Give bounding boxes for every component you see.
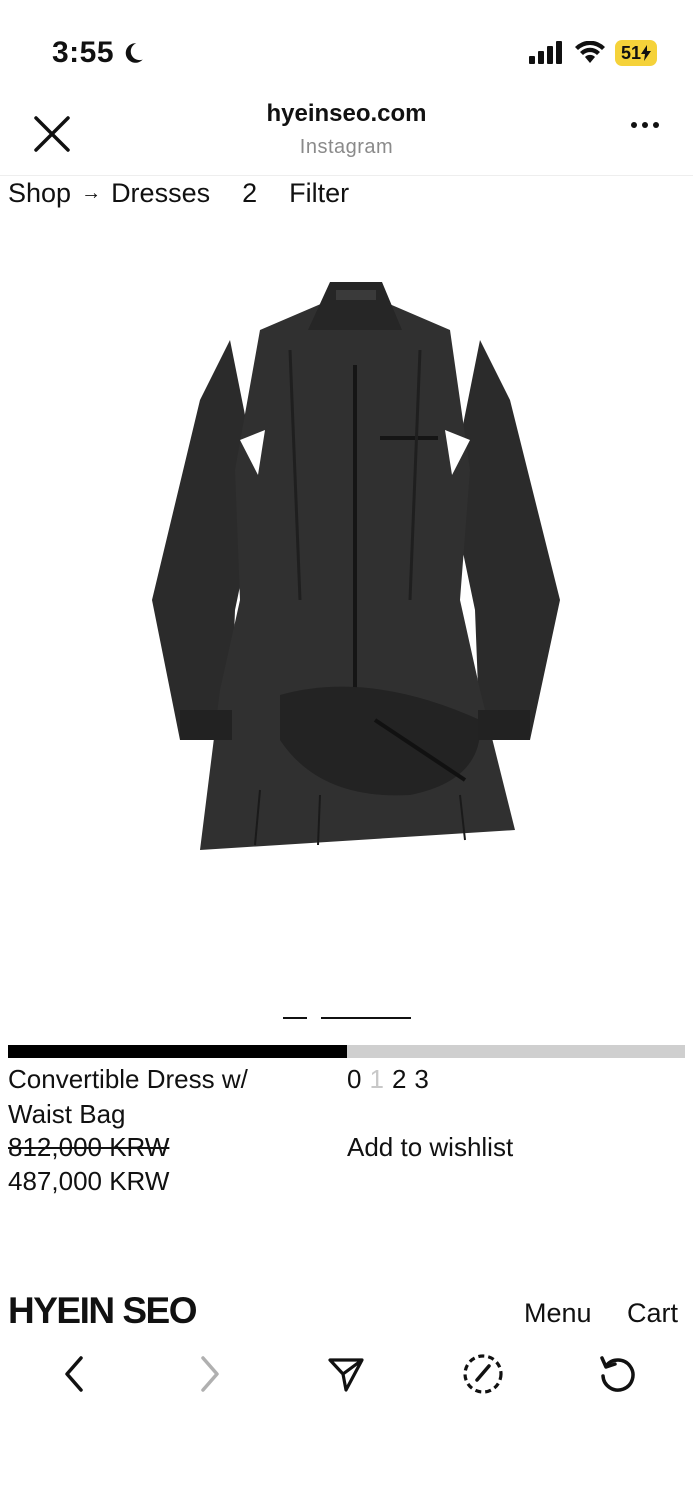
more-icon-dot xyxy=(642,122,648,128)
status-bar: 3:55 51 xyxy=(0,0,693,100)
result-count: 2 xyxy=(242,178,258,208)
size-selector: 0 1 2 3 xyxy=(347,1062,429,1097)
charging-icon xyxy=(641,45,651,61)
more-icon-dot xyxy=(631,122,637,128)
battery-indicator: 51 xyxy=(614,40,657,66)
size-option-0[interactable]: 0 xyxy=(347,1062,361,1097)
time-text: 3:55 xyxy=(52,36,115,69)
battery-level: 51 xyxy=(620,42,641,63)
page-source: Instagram xyxy=(299,136,394,158)
back-button[interactable] xyxy=(52,1352,96,1396)
back-icon xyxy=(65,1356,83,1392)
reload-icon xyxy=(600,1356,635,1392)
status-indicators: 51 xyxy=(528,40,657,66)
brand-logo[interactable]: HYEIN SEO xyxy=(8,1290,198,1332)
image-progress-fill xyxy=(8,1045,347,1058)
more-icon-dot xyxy=(653,122,659,128)
cart-button[interactable]: Cart xyxy=(627,1298,678,1329)
breadcrumb-arrow: → xyxy=(81,182,102,204)
original-price: 812,000 KRW xyxy=(8,1132,170,1162)
moon-icon xyxy=(125,43,143,63)
status-time: 3:55 xyxy=(52,36,146,70)
page-domain: hyeinseo.com xyxy=(266,100,427,127)
filter-button[interactable]: Filter xyxy=(289,178,349,209)
size-option-3[interactable]: 3 xyxy=(414,1062,428,1097)
share-button[interactable] xyxy=(324,1352,368,1396)
slider-dash-active[interactable] xyxy=(321,1017,411,1019)
size-option-1: 1 xyxy=(369,1064,384,1094)
more-options-button[interactable] xyxy=(631,122,659,128)
add-to-wishlist-button[interactable]: Add to wishlist xyxy=(347,1132,513,1163)
sale-price: 487,000 KRW xyxy=(8,1166,170,1196)
menu-button[interactable]: Menu xyxy=(524,1298,592,1329)
reload-button[interactable] xyxy=(596,1352,640,1396)
forward-icon xyxy=(201,1356,219,1392)
product-image[interactable] xyxy=(140,270,570,870)
browser-header: hyeinseo.com Instagram xyxy=(0,92,693,176)
breadcrumb-category-link[interactable]: Dresses xyxy=(111,178,210,209)
compass-button[interactable] xyxy=(461,1352,505,1396)
forward-button[interactable] xyxy=(188,1352,232,1396)
wifi-icon xyxy=(574,41,605,63)
breadcrumb: Shop → Dresses 2 Filter xyxy=(8,178,349,209)
breadcrumb-shop-link[interactable]: Shop xyxy=(8,178,71,209)
size-option-2[interactable]: 2 xyxy=(392,1062,406,1097)
product-name: Convertible Dress w/ Waist Bag xyxy=(8,1064,248,1129)
share-icon xyxy=(328,1358,364,1392)
image-progress-bar xyxy=(8,1045,685,1058)
compass-icon xyxy=(463,1354,503,1394)
signal-icon xyxy=(528,41,562,64)
slider-dash[interactable] xyxy=(283,1017,307,1019)
